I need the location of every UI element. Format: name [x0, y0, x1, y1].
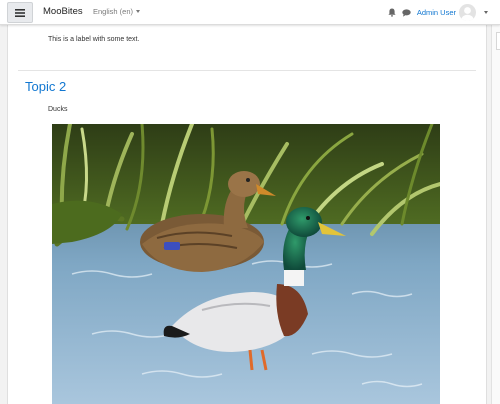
- user-nav: Admin User: [388, 2, 488, 23]
- course-content: This is a label with some text. Topic 2 …: [7, 25, 487, 404]
- language-label: English (en): [93, 7, 134, 16]
- ducks-photo: [52, 124, 440, 404]
- label-text: This is a label with some text.: [48, 36, 140, 43]
- section-divider: [18, 70, 476, 71]
- avatar[interactable]: [459, 4, 476, 21]
- chevron-down-icon[interactable]: [484, 11, 488, 14]
- bell-icon[interactable]: [388, 8, 396, 17]
- right-panel-edge: [491, 25, 500, 404]
- top-navbar: MooBites English (en) Admin User: [0, 0, 500, 25]
- nav-drawer-toggle-button[interactable]: [7, 2, 33, 23]
- language-menu[interactable]: English (en): [93, 7, 141, 16]
- comment-icon[interactable]: [402, 8, 411, 17]
- section-title-topic-2[interactable]: Topic 2: [25, 79, 66, 94]
- chevron-down-icon: [136, 10, 141, 13]
- user-menu-name[interactable]: Admin User: [417, 8, 456, 17]
- menu-icon: [15, 8, 25, 17]
- site-brand-link[interactable]: MooBites: [43, 6, 83, 17]
- block-drawer-handle[interactable]: [496, 32, 500, 50]
- image-caption: Ducks: [48, 106, 68, 113]
